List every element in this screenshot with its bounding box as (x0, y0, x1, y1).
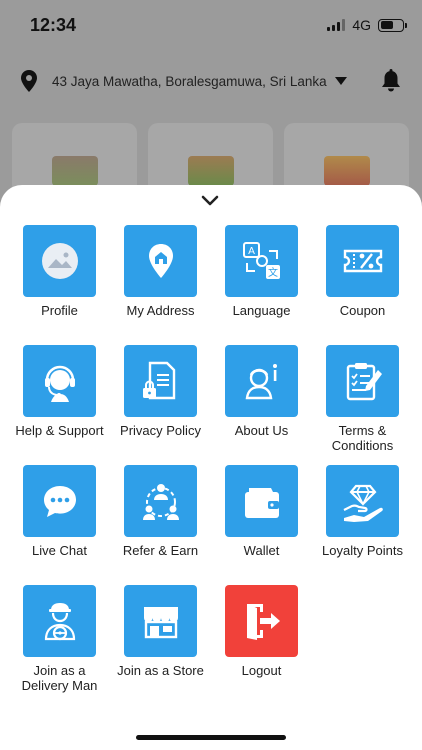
menu-item-label: Loyalty Points (322, 543, 403, 558)
menu-tile (326, 225, 399, 297)
document-lock-icon (142, 361, 175, 400)
status-time: 12:34 (30, 15, 77, 35)
caret-down-icon (334, 77, 347, 85)
menu-item-label: My Address (126, 303, 195, 318)
menu-item-label: Refer & Earn (122, 543, 199, 558)
menu-item-coupon[interactable]: Coupon (312, 225, 413, 335)
translate-icon: A 文 (242, 242, 280, 279)
menu-item-label: Join as a Store (117, 663, 204, 678)
menu-item-label: Help & Support (15, 423, 104, 438)
menu-item-my-address[interactable]: My Address (110, 225, 211, 335)
menu-tile (225, 345, 298, 417)
wallet-icon (244, 488, 279, 518)
menu-item-label: Terms & Conditions (331, 423, 394, 453)
menu-item-label: Logout (241, 663, 282, 678)
location-pin-icon (21, 70, 37, 92)
person-info-icon (245, 364, 277, 400)
diamond-hand-icon (343, 484, 383, 522)
status-bar: 12:34 4G (0, 0, 422, 50)
grocery-image (187, 156, 234, 186)
network-type: 4G (352, 17, 371, 33)
menu-item-label: Privacy Policy (120, 423, 201, 438)
menu-tile (23, 225, 96, 297)
menu-tile (23, 585, 96, 657)
menu-bottom-sheet: Profile My Address A 文 Language Coupon H… (0, 185, 422, 750)
menu-item-label: Language (232, 303, 291, 318)
menu-item-label: Join as a Delivery Man (21, 663, 98, 693)
menu-tile (124, 465, 197, 537)
headset-icon (44, 365, 75, 402)
menu-item-about-us[interactable]: About Us (211, 345, 312, 455)
signal-icon (327, 19, 346, 31)
network-people-icon (142, 484, 179, 520)
menu-item-label: Coupon (339, 303, 386, 318)
clipboard-check-icon (346, 363, 382, 401)
menu-item-loyalty-points[interactable]: Loyalty Points (312, 465, 413, 575)
menu-tile (124, 345, 197, 417)
home-indicator (136, 735, 286, 740)
menu-tile (326, 465, 399, 537)
menu-item-help-support[interactable]: Help & Support (9, 345, 110, 455)
menu-tile (23, 465, 96, 537)
menu-item-delivery-man[interactable]: Join as a Delivery Man (9, 585, 110, 695)
menu-tile (124, 225, 197, 297)
menu-item-privacy-policy[interactable]: Privacy Policy (110, 345, 211, 455)
cart-image (51, 156, 98, 186)
menu-item-label: Wallet (243, 543, 280, 558)
svg-text:A: A (248, 246, 255, 257)
menu-item-terms-conditions[interactable]: Terms & Conditions (312, 345, 413, 455)
store-icon (143, 607, 178, 639)
menu-item-profile[interactable]: Profile (9, 225, 110, 335)
menu-tile (225, 465, 298, 537)
menu-item-live-chat[interactable]: Live Chat (9, 465, 110, 575)
address-bar[interactable]: 43 Jaya Mawatha, Boralesgamuwa, Sri Lank… (20, 68, 402, 94)
menu-tile (23, 345, 96, 417)
menu-item-label: Profile (41, 303, 78, 318)
status-indicators: 4G (327, 17, 407, 33)
menu-item-refer-earn[interactable]: Refer & Earn (110, 465, 211, 575)
coupon-icon (343, 249, 382, 273)
home-pin-icon (148, 244, 173, 278)
menu-item-label: About Us (234, 423, 289, 438)
chat-bubble-icon (43, 486, 76, 517)
svg-text:文: 文 (268, 266, 278, 279)
battery-icon (378, 18, 407, 32)
menu-item-join-store[interactable]: Join as a Store (110, 585, 211, 695)
menu-tile (326, 345, 399, 417)
chevron-down-icon[interactable] (201, 195, 219, 207)
menu-item-wallet[interactable]: Wallet (211, 465, 312, 575)
bell-icon[interactable] (380, 69, 402, 93)
menu-item-label: Live Chat (32, 543, 87, 558)
profile-image-icon (41, 243, 78, 279)
menu-tile (225, 585, 298, 657)
menu-item-logout[interactable]: Logout (211, 585, 312, 695)
delivery-address: 43 Jaya Mawatha, Boralesgamuwa, Sri Lank… (52, 73, 327, 89)
menu-tile (124, 585, 197, 657)
menu-tile: A 文 (225, 225, 298, 297)
fastfood-image (323, 156, 370, 186)
menu-item-language[interactable]: A 文 Language (211, 225, 312, 335)
delivery-man-icon (44, 603, 75, 641)
logout-icon (246, 604, 280, 640)
